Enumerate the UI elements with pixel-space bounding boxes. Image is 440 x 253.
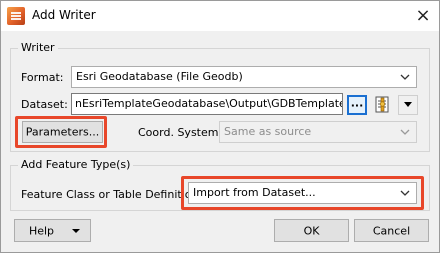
browse-button[interactable]: ...	[347, 95, 367, 115]
definition-highlight	[181, 176, 424, 210]
dropdown-triangle-icon	[404, 102, 412, 107]
close-icon[interactable]: ×	[411, 4, 435, 28]
settings-list-icon[interactable]	[372, 95, 392, 115]
format-value: Esri Geodatabase (File Geodb)	[76, 70, 243, 83]
add-writer-dialog: Add Writer × Writer Format: Esri Geodata…	[0, 0, 440, 253]
dataset-value: nEsriTemplateGeodatabase\Output\GDBTempl…	[75, 97, 342, 110]
coord-system-value: Same as source	[224, 125, 312, 138]
dialog-title: Add Writer	[32, 8, 96, 22]
coord-system-combobox[interactable]: Same as source	[219, 121, 417, 143]
app-icon	[7, 7, 25, 25]
format-label: Format:	[21, 71, 64, 84]
dataset-input[interactable]: nEsriTemplateGeodatabase\Output\GDBTempl…	[71, 93, 343, 115]
feature-type-group-label: Add Feature Type(s)	[18, 158, 134, 171]
dataset-label: Dataset:	[21, 98, 68, 111]
parameters-highlight	[15, 116, 107, 148]
help-button[interactable]: Help	[14, 219, 91, 242]
ok-button[interactable]: OK	[274, 219, 349, 242]
dropdown-triangle-icon	[72, 229, 80, 233]
cancel-button[interactable]: Cancel	[354, 219, 429, 242]
coord-system-label: Coord. System:	[138, 126, 223, 139]
writer-group-label: Writer	[18, 41, 58, 54]
title-bar: Add Writer ×	[1, 1, 439, 31]
chevron-down-icon	[400, 74, 410, 80]
dataset-options-button[interactable]	[398, 95, 418, 115]
definition-label: Feature Class or Table Definition:	[21, 188, 203, 201]
chevron-down-icon	[400, 129, 410, 135]
format-combobox[interactable]: Esri Geodatabase (File Geodb)	[71, 66, 417, 88]
